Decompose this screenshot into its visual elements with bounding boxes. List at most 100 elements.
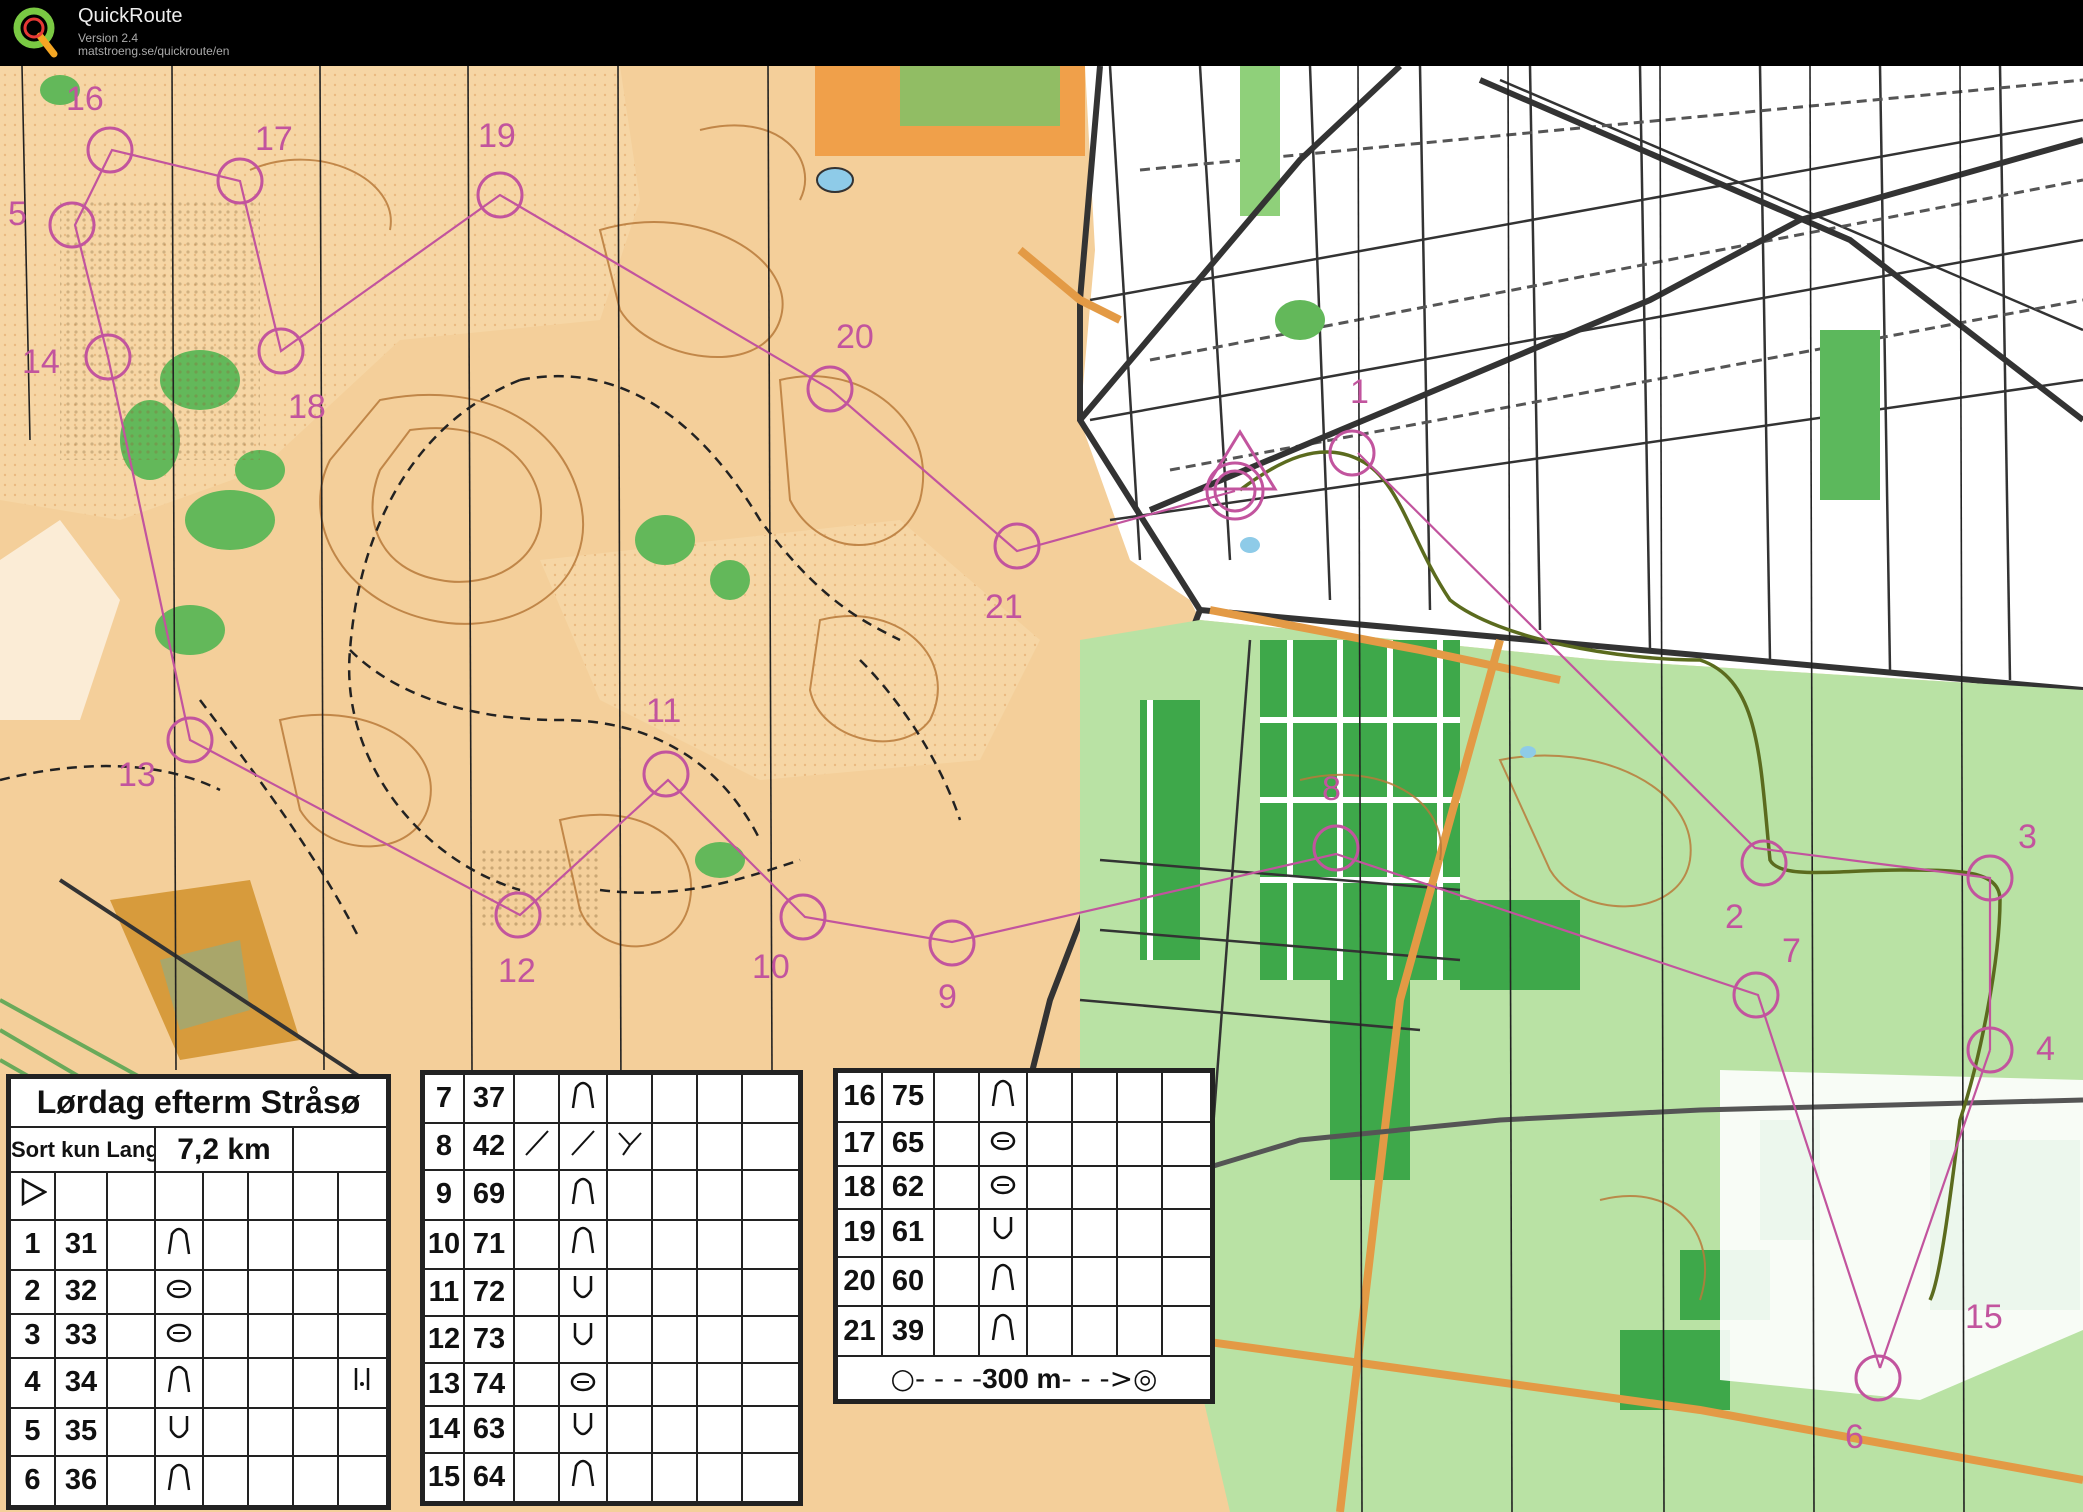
control-number-1: 1 xyxy=(1350,373,1369,411)
control-number-4: 4 xyxy=(2036,1030,2055,1068)
control-number-12: 12 xyxy=(498,952,536,990)
control-number-7: 7 xyxy=(1782,932,1801,970)
control-code: 62 xyxy=(881,1164,935,1211)
control-number-13: 13 xyxy=(118,756,156,794)
control-description-row: 19 61 xyxy=(836,1208,1212,1258)
control-code: 69 xyxy=(463,1169,515,1221)
control-description-row: 12 73 xyxy=(423,1314,800,1364)
control-description-row: 4 34 xyxy=(9,1356,388,1410)
control-order: 2 xyxy=(9,1269,56,1315)
control-order: 3 xyxy=(9,1312,56,1359)
control-code: 61 xyxy=(881,1208,935,1258)
app-title-bar: QuickRoute Version 2.4 matstroeng.se/qui… xyxy=(0,0,2083,66)
control-code: 39 xyxy=(881,1305,935,1358)
hill-icon xyxy=(558,1072,608,1125)
control-order: 6 xyxy=(9,1454,56,1508)
course-length: 7,2 km xyxy=(154,1125,294,1174)
control-code: 73 xyxy=(463,1314,515,1364)
control-code: 37 xyxy=(463,1072,515,1125)
white-forest-block xyxy=(1080,66,2083,690)
control-code: 65 xyxy=(881,1120,935,1167)
app-url[interactable]: matstroeng.se/quickroute/en xyxy=(78,44,229,58)
depression-icon xyxy=(558,1267,608,1317)
control-description-sheet-3: 16 75 17 65 18 62 19 61 20 60 21 39 ○- - - -300 m- … xyxy=(833,1068,1215,1404)
control-number-2: 2 xyxy=(1725,898,1744,936)
quickroute-logo-icon xyxy=(13,7,58,58)
knoll-icon xyxy=(978,1120,1028,1167)
crossing-icon xyxy=(558,1122,608,1172)
control-order: 18 xyxy=(836,1164,883,1211)
control-order: 13 xyxy=(423,1361,465,1407)
knoll-icon xyxy=(978,1164,1028,1211)
junction-icon xyxy=(606,1122,653,1172)
depression-icon xyxy=(978,1208,1028,1258)
control-number-15: 15 xyxy=(1965,1298,2003,1336)
control-number-8: 8 xyxy=(1322,770,1341,808)
control-description-row: 2 32 xyxy=(9,1269,388,1315)
residential-area xyxy=(1720,1070,2083,1400)
control-code: 36 xyxy=(54,1454,108,1508)
control-number-9: 9 xyxy=(938,978,957,1016)
control-order: 8 xyxy=(423,1122,465,1172)
control-number-5: 5 xyxy=(8,195,27,233)
hill-icon xyxy=(154,1454,204,1508)
control-code: 60 xyxy=(881,1255,935,1308)
knoll-icon xyxy=(154,1269,204,1315)
course-title: Lørdag efterm Stråsø xyxy=(9,1077,388,1128)
app-version: Version 2.4 xyxy=(78,31,139,45)
control-code: 71 xyxy=(463,1218,515,1270)
control-description-row: 6 36 xyxy=(9,1454,388,1508)
control-number-14: 14 xyxy=(22,343,60,381)
control-code: 64 xyxy=(463,1451,515,1504)
control-order: 10 xyxy=(423,1218,465,1270)
control-order: 20 xyxy=(836,1255,883,1308)
control-number-16: 16 xyxy=(66,80,104,118)
control-number-20: 20 xyxy=(836,318,874,356)
control-description-row: 20 60 xyxy=(836,1255,1212,1308)
control-description-row: 17 65 xyxy=(836,1120,1212,1167)
control-code: 75 xyxy=(881,1071,935,1123)
control-description-row: 1 31 xyxy=(9,1218,388,1272)
control-description-row: 21 39 xyxy=(836,1305,1212,1358)
control-code: 31 xyxy=(54,1218,108,1272)
control-number-11: 11 xyxy=(646,692,681,730)
control-order: 12 xyxy=(423,1314,465,1364)
control-order: 14 xyxy=(423,1404,465,1454)
control-order: 1 xyxy=(9,1218,56,1272)
control-description-row: 10 71 xyxy=(423,1218,800,1270)
control-number-3: 3 xyxy=(2018,818,2037,856)
control-number-17: 17 xyxy=(255,120,293,158)
control-number-10: 10 xyxy=(752,948,790,986)
hill-icon xyxy=(558,1169,608,1221)
hill-icon xyxy=(558,1451,608,1504)
control-order: 15 xyxy=(423,1451,465,1504)
knoll-icon xyxy=(558,1361,608,1407)
control-code: 33 xyxy=(54,1312,108,1359)
control-order: 4 xyxy=(9,1356,56,1410)
control-order: 5 xyxy=(9,1407,56,1457)
control-description-row: 3 33 xyxy=(9,1312,388,1359)
control-order: 16 xyxy=(836,1071,883,1123)
small-pond xyxy=(1520,746,1536,758)
control-description-row: 5 35 xyxy=(9,1407,388,1457)
control-description-row: 15 64 xyxy=(423,1451,800,1504)
control-order: 21 xyxy=(836,1305,883,1358)
control-code: 63 xyxy=(463,1404,515,1454)
finish-instruction: ○- - - -300 m- - ->◎ xyxy=(836,1355,1212,1401)
control-description-row: 11 72 xyxy=(423,1267,800,1317)
control-description-row: 14 63 xyxy=(423,1404,800,1454)
control-order: 9 xyxy=(423,1169,465,1221)
depression-icon xyxy=(154,1407,204,1457)
finish-distance: 300 m xyxy=(982,1362,1062,1394)
control-description-row: 9 69 xyxy=(423,1169,800,1221)
control-number-6: 6 xyxy=(1845,1418,1864,1456)
control-description-row: 8 42 xyxy=(423,1122,800,1172)
control-order: 11 xyxy=(423,1267,465,1317)
small-lake xyxy=(816,167,854,193)
control-order: 7 xyxy=(423,1072,465,1125)
control-description-sheet-2: 7 37 8 42 9 69 10 71 11 72 12 73 13 74 14 63 15 64 xyxy=(420,1070,803,1506)
control-code: 34 xyxy=(54,1356,108,1410)
control-description-row: 13 74 xyxy=(423,1361,800,1407)
post-icon xyxy=(337,1356,388,1410)
control-number-18: 18 xyxy=(288,388,326,426)
